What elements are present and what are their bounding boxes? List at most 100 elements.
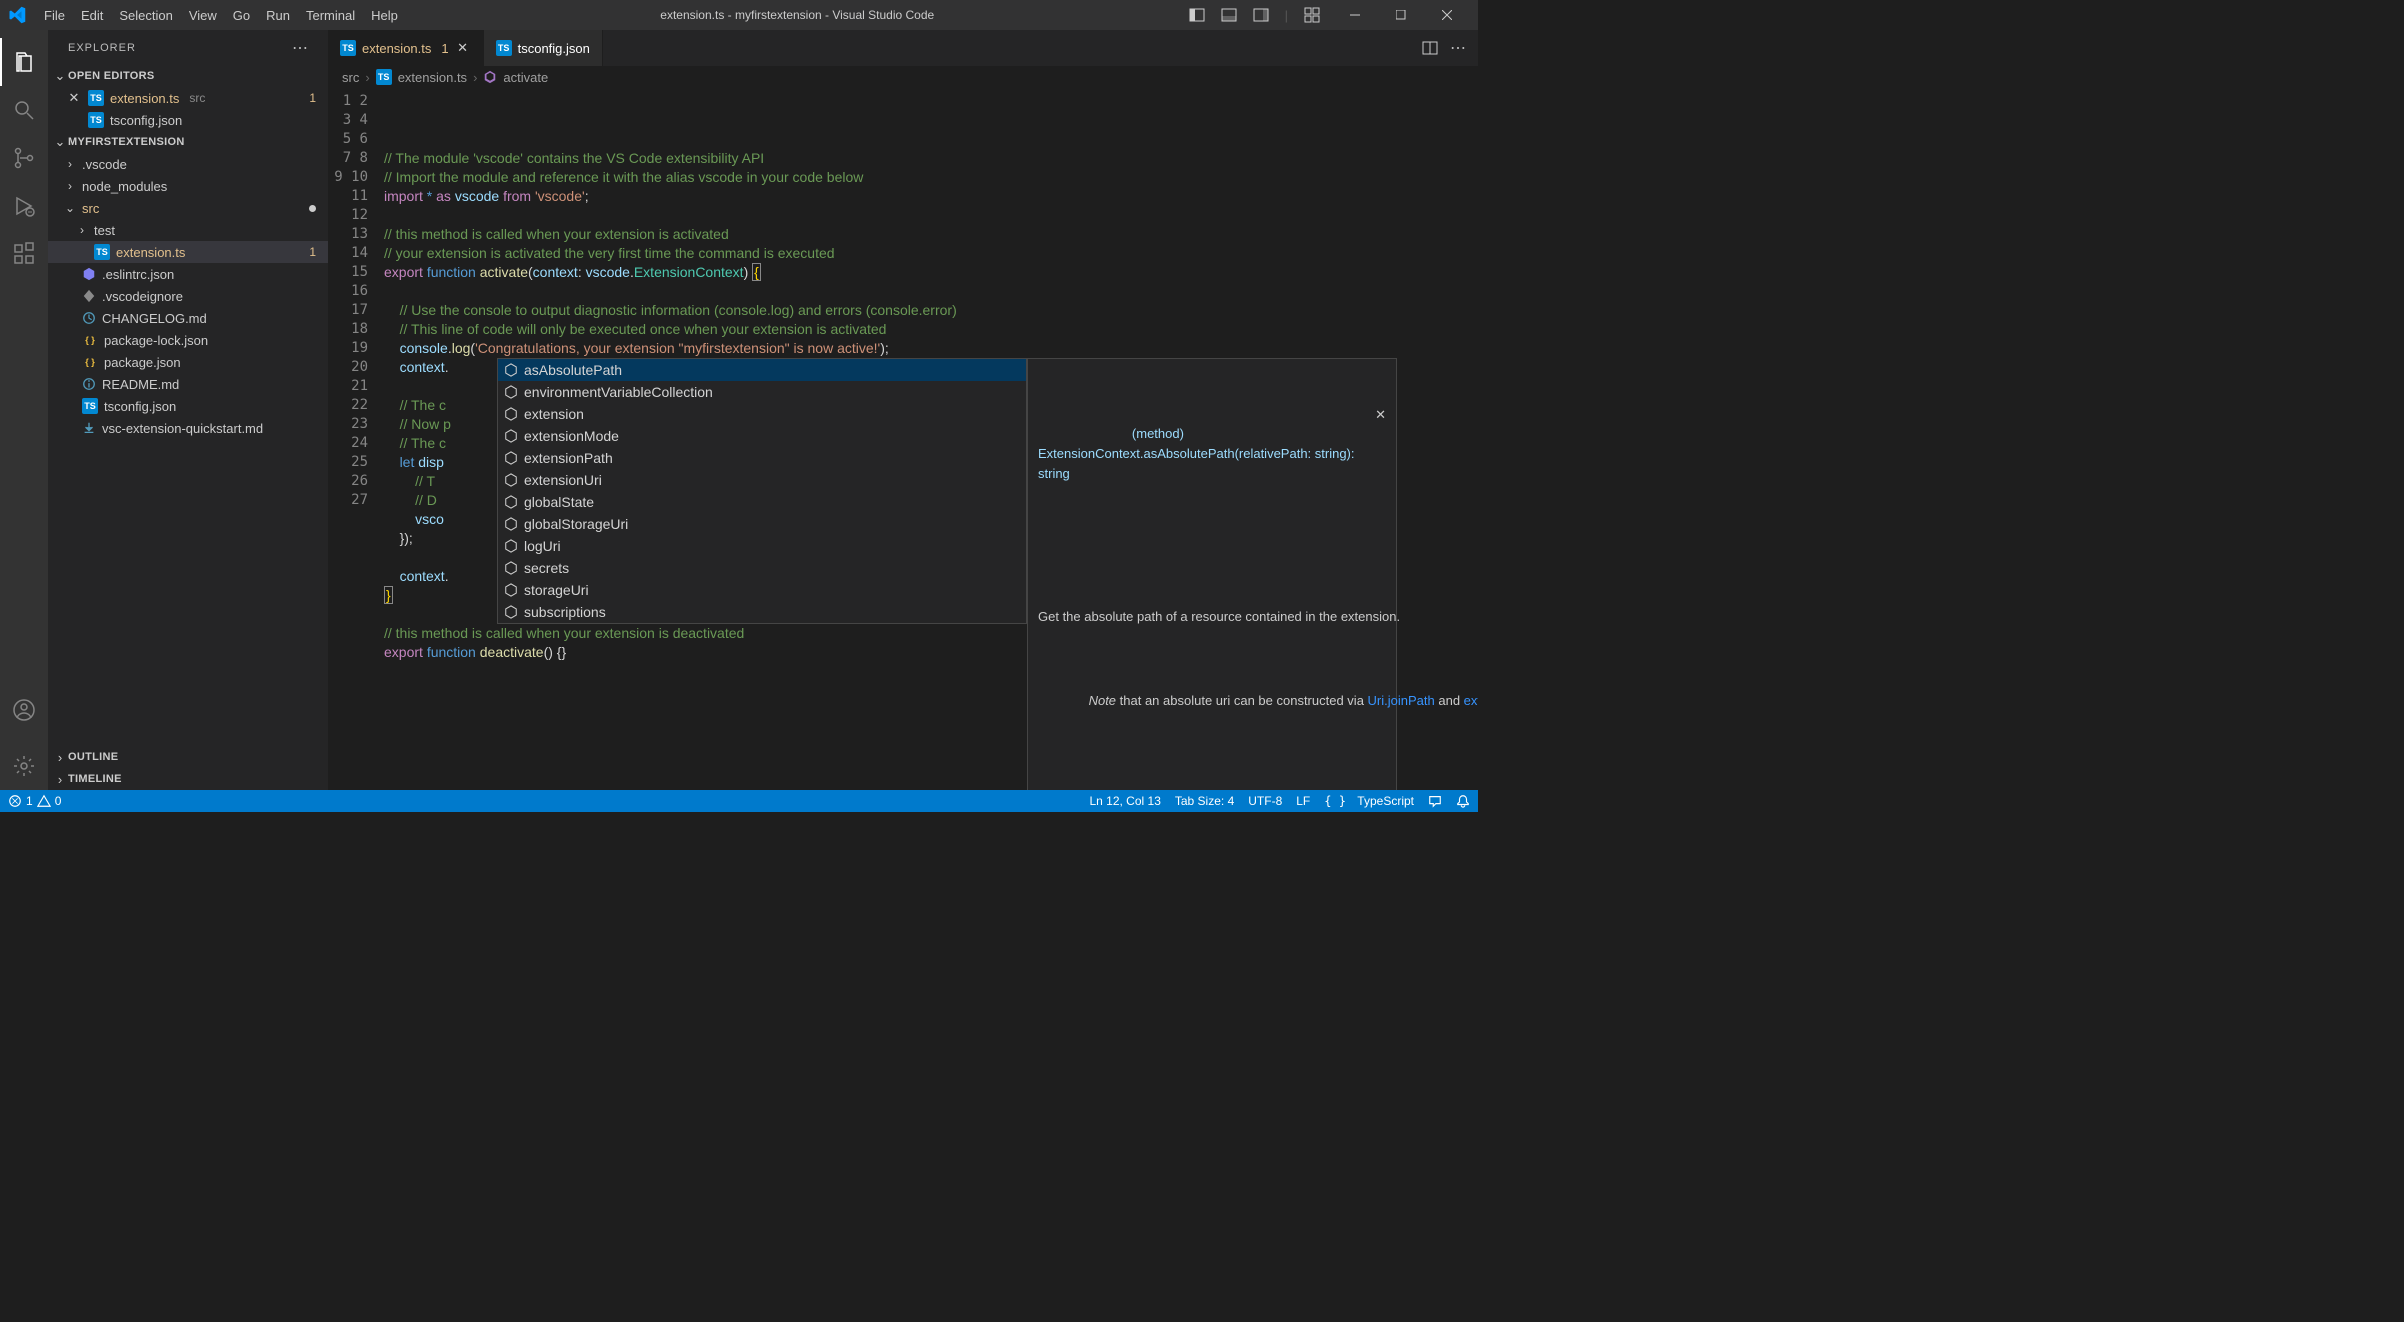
suggest-label: storageUri [524,581,589,600]
breadcrumb-folder[interactable]: src [342,70,359,85]
suggest-label: secrets [524,559,569,578]
file-item[interactable]: README.md [48,373,328,395]
file-item[interactable]: CHANGELOG.md [48,307,328,329]
maximize-button[interactable] [1378,0,1424,30]
intellisense-suggest-widget[interactable]: asAbsolutePathenvironmentVariableCollect… [497,358,1027,624]
suggest-item[interactable]: secrets [498,557,1026,579]
status-feedback-icon[interactable] [1428,794,1442,808]
run-debug-activity-icon[interactable] [0,182,48,230]
editor-tab[interactable]: TSextension.ts1✕ [328,30,484,66]
chevron-icon: ⌄ [64,201,76,215]
breadcrumb[interactable]: src › TS extension.ts › activate [328,66,1478,88]
md-file-icon [82,421,96,435]
extensions-activity-icon[interactable] [0,230,48,278]
status-line-col[interactable]: Ln 12, Col 13 [1089,794,1160,808]
sidebar-title: EXPLORER [68,42,136,54]
menu-item-terminal[interactable]: Terminal [298,4,363,27]
close-editor-icon[interactable]: ✕ [66,90,82,106]
folder-item[interactable]: ›node_modules [48,175,328,197]
menu-item-go[interactable]: Go [225,4,258,27]
doc-body: Get the absolute path of a resource cont… [1038,570,1386,790]
split-editor-icon[interactable] [1422,40,1438,56]
project-section-header[interactable]: ⌄ MYFIRSTEXTENSION [48,131,328,153]
menu-item-run[interactable]: Run [258,4,298,27]
explorer-activity-icon[interactable] [0,38,48,86]
panel-right-icon[interactable] [1253,7,1269,23]
source-control-activity-icon[interactable] [0,134,48,182]
open-editor-item[interactable]: ✕TSextension.tssrc1 [48,87,328,109]
suggest-item[interactable]: extensionMode [498,425,1026,447]
breadcrumb-file[interactable]: extension.ts [398,70,467,85]
tab-close-icon[interactable]: ✕ [455,40,471,56]
customize-layout-icon[interactable] [1304,7,1320,23]
file-item[interactable]: TSextension.ts1 [48,241,328,263]
doc-link-extensionuri[interactable]: extensionUri [1464,693,1478,708]
open-editors-section-header[interactable]: ⌄ OPEN EDITORS [48,65,328,87]
suggest-item[interactable]: asAbsolutePath [498,359,1026,381]
error-icon [8,794,22,808]
tab-more-icon[interactable]: ⋯ [1450,38,1466,58]
file-item[interactable]: { } package-lock.json [48,329,328,351]
suggest-item[interactable]: storageUri [498,579,1026,601]
suggest-label: logUri [524,537,561,556]
suggest-item[interactable]: subscriptions [498,601,1026,623]
status-errors[interactable]: 1 0 [8,794,61,808]
doc-close-icon[interactable]: ✕ [1375,405,1386,424]
changelog-file-icon [82,311,96,325]
suggest-label: globalStorageUri [524,515,628,534]
file-item[interactable]: TStsconfig.json [48,395,328,417]
menu-item-selection[interactable]: Selection [111,4,180,27]
settings-activity-icon[interactable] [0,742,48,790]
status-encoding[interactable]: UTF-8 [1248,794,1282,808]
suggest-label: extensionMode [524,427,619,446]
suggest-item[interactable]: logUri [498,535,1026,557]
outline-section-header[interactable]: › OUTLINE [48,746,328,768]
panel-bottom-icon[interactable] [1221,7,1237,23]
menu-item-edit[interactable]: Edit [73,4,111,27]
status-tab-size[interactable]: Tab Size: 4 [1175,794,1234,808]
suggest-item[interactable]: globalStorageUri [498,513,1026,535]
line-numbers-gutter: 1 2 3 4 5 6 7 8 9 10 11 12 13 14 15 16 1… [328,88,384,790]
ts-file-icon: TS [376,69,392,85]
tsconfig-file-icon: TS [88,112,104,128]
panel-left-icon[interactable] [1189,7,1205,23]
breadcrumb-symbol[interactable]: activate [503,70,548,85]
status-eol[interactable]: LF [1296,794,1310,808]
sidebar-more-icon[interactable]: ⋯ [292,38,308,58]
code-content[interactable]: // The module 'vscode' contains the VS C… [384,88,1478,790]
menu-bar: FileEditSelectionViewGoRunTerminalHelp [36,4,406,27]
suggest-item[interactable]: environmentVariableCollection [498,381,1026,403]
accounts-activity-icon[interactable] [0,686,48,734]
search-activity-icon[interactable] [0,86,48,134]
file-item[interactable]: .eslintrc.json [48,263,328,285]
file-item[interactable]: vsc-extension-quickstart.md [48,417,328,439]
status-warning-count: 0 [55,794,62,808]
editor-body[interactable]: 1 2 3 4 5 6 7 8 9 10 11 12 13 14 15 16 1… [328,88,1478,790]
outline-label: OUTLINE [68,751,118,763]
status-language[interactable]: { } TypeScript [1324,794,1414,808]
file-item[interactable]: { }package.json [48,351,328,373]
open-editor-item[interactable]: TStsconfig.json [48,109,328,131]
suggest-item[interactable]: globalState [498,491,1026,513]
suggest-item[interactable]: extensionPath [498,447,1026,469]
file-item[interactable]: .vscodeignore [48,285,328,307]
menu-item-view[interactable]: View [181,4,225,27]
status-bell-icon[interactable] [1456,794,1470,808]
folder-item[interactable]: ›.vscode [48,153,328,175]
minimize-button[interactable] [1332,0,1378,30]
folder-item[interactable]: ›test [48,219,328,241]
menu-item-help[interactable]: Help [363,4,406,27]
doc-link-joinpath[interactable]: Uri.joinPath [1368,693,1435,708]
tab-actions: ⋯ [1410,30,1478,66]
tree-item-label: package-lock.json [104,333,208,348]
json-file-icon: { } [82,332,98,348]
breadcrumb-separator-icon: › [365,70,369,85]
timeline-section-header[interactable]: › TIMELINE [48,768,328,790]
menu-item-file[interactable]: File [36,4,73,27]
close-window-button[interactable] [1424,0,1470,30]
suggest-item[interactable]: extensionUri [498,469,1026,491]
folder-item[interactable]: ⌄src [48,197,328,219]
editor-tab[interactable]: TStsconfig.json [484,30,603,66]
suggest-item[interactable]: extension [498,403,1026,425]
warning-icon [37,794,51,808]
